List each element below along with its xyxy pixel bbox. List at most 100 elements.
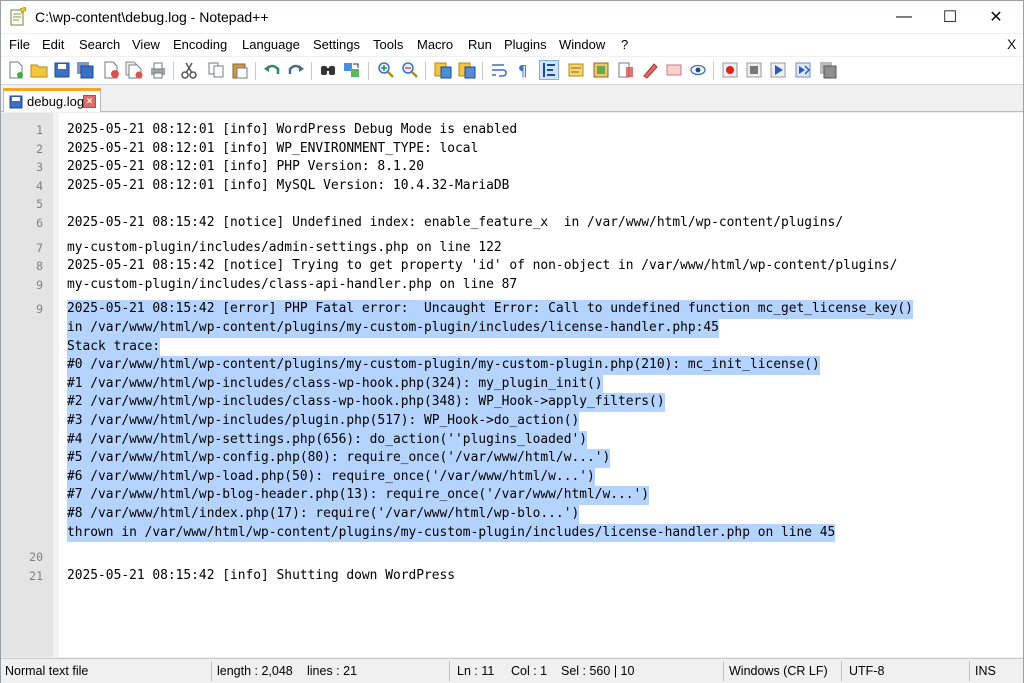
stop-record-icon[interactable] [745, 61, 763, 79]
selected-code-line[interactable]: in /var/www/html/wp-content/plugins/my-c… [67, 319, 719, 338]
selected-code-line[interactable]: #8 /var/www/html/index.php(17): require(… [67, 505, 580, 524]
selected-code-line[interactable]: #1 /var/www/html/wp-includes/class-wp-ho… [67, 374, 603, 394]
code-line[interactable]: my-custom-plugin/includes/admin-settings… [67, 239, 502, 258]
menu-edit[interactable]: Edit [42, 37, 64, 52]
menu-macro[interactable]: Macro [417, 37, 453, 52]
selected-code-line[interactable]: #5 /var/www/html/wp-config.php(80): requ… [67, 449, 611, 468]
save-icon[interactable] [53, 61, 71, 79]
status-separator [969, 661, 970, 681]
toolbar-separator [173, 62, 174, 80]
minimize-button[interactable]: — [881, 1, 927, 33]
status-insert-mode[interactable]: INS [975, 664, 996, 678]
selected-code-line[interactable]: #2 /var/www/html/wp-includes/class-wp-ho… [67, 393, 665, 412]
run-macro-multiple-icon[interactable] [794, 61, 812, 79]
selected-code-line[interactable]: #0 /var/www/html/wp-content/plugins/my-c… [67, 356, 820, 375]
save-all-icon[interactable] [76, 61, 94, 79]
menu-settings[interactable]: Settings [313, 37, 360, 52]
code-line[interactable]: 2025-05-21 08:12:01 [info] MySQL Version… [67, 177, 509, 196]
cut-icon[interactable] [180, 61, 198, 79]
zoom-in-icon[interactable] [377, 61, 395, 79]
line-number: 8 [36, 259, 43, 274]
status-encoding[interactable]: UTF-8 [849, 664, 884, 678]
line-number: 2 [36, 141, 43, 156]
menu-encoding[interactable]: Encoding [173, 37, 227, 52]
function-list-icon[interactable] [617, 61, 635, 79]
menu-run[interactable]: Run [468, 37, 492, 52]
line-number: 3 [36, 160, 43, 175]
selected-code-line[interactable]: #7 /var/www/html/wp-blog-header.php(13):… [67, 486, 650, 505]
copy-icon[interactable] [207, 61, 225, 79]
tab-debug-log[interactable]: debug.log × [3, 88, 101, 112]
code-line[interactable]: 2025-05-21 08:15:42 [notice] Trying to g… [67, 257, 897, 276]
selected-code-line[interactable]: #3 /var/www/html/wp-includes/plugin.php(… [67, 412, 580, 431]
notepadpp-window: C:\wp-content\debug.log - Notepad++ — ☐ … [0, 0, 1024, 683]
close-icon[interactable] [102, 61, 120, 79]
tab-label: debug.log [27, 94, 85, 109]
save-macro-icon[interactable] [819, 61, 837, 79]
editor[interactable]: 1 2025-05-21 08:12:01 [info] WordPress De… [1, 113, 1023, 657]
menu-search[interactable]: Search [79, 37, 120, 52]
line-number: 9 [36, 277, 43, 292]
line-number: 4 [36, 178, 43, 193]
toolbar-separator [425, 62, 426, 80]
toolbar-separator [482, 62, 483, 80]
status-eol[interactable]: Windows (CR LF) [729, 664, 828, 678]
folder-workspace-icon[interactable] [641, 61, 659, 79]
menu-file[interactable]: File [9, 37, 30, 52]
maximize-button[interactable]: ☐ [927, 1, 973, 33]
status-separator [723, 661, 724, 681]
selected-code-line[interactable]: #6 /var/www/html/wp-load.php(50): requir… [67, 467, 595, 487]
title-bar[interactable]: C:\wp-content\debug.log - Notepad++ — ☐ … [1, 1, 1023, 33]
udl-icon[interactable] [567, 61, 585, 79]
paste-icon[interactable] [231, 61, 249, 79]
code-line[interactable]: 2025-05-21 08:15:42 [notice] Undefined i… [67, 214, 843, 233]
menu-tools[interactable]: Tools [373, 37, 403, 52]
find-icon[interactable] [319, 61, 337, 79]
tab-close-icon[interactable]: × [83, 95, 96, 108]
close-document-button[interactable]: X [1007, 36, 1016, 52]
menu-bar: File Edit Search View Encoding Language … [1, 34, 1023, 56]
code-line[interactable]: 2025-05-21 08:12:01 [info] WordPress Deb… [67, 121, 517, 140]
code-line[interactable]: 2025-05-21 08:12:01 [info] WP_ENVIRONMEN… [67, 140, 478, 159]
open-file-icon[interactable] [30, 61, 48, 79]
status-ln: Ln : 11 [457, 664, 495, 678]
selected-code-line[interactable]: Stack trace: [67, 337, 161, 357]
new-file-icon[interactable] [7, 61, 25, 79]
selected-code-line[interactable]: thrown in /var/www/html/wp-content/plugi… [67, 523, 836, 543]
undo-icon[interactable] [263, 61, 281, 79]
selected-code-line[interactable]: 2025-05-21 08:15:42 [error] PHP Fatal er… [67, 300, 913, 319]
doc-map-icon[interactable] [592, 61, 610, 79]
line-number: 5 [36, 197, 43, 212]
file-saved-icon [9, 95, 23, 109]
print-icon[interactable] [149, 61, 167, 79]
menu-view[interactable]: View [132, 37, 160, 52]
word-wrap-icon[interactable] [490, 61, 508, 79]
close-all-icon[interactable] [125, 61, 143, 79]
code-line[interactable]: 2025-05-21 08:15:42 [info] Shutting down… [67, 567, 455, 586]
sync-horizontal-icon[interactable] [458, 61, 476, 79]
code-line[interactable]: 2025-05-21 08:12:01 [info] PHP Version: … [67, 158, 424, 177]
code-line[interactable]: my-custom-plugin/includes/class-api-hand… [67, 276, 517, 295]
status-lines: lines : 21 [307, 664, 358, 678]
status-bar: Normal text file length : 2,048 lines : … [1, 658, 1023, 683]
close-window-button[interactable]: ✕ [973, 1, 1019, 33]
show-all-chars-icon[interactable]: ¶ [514, 61, 532, 79]
menu-help[interactable]: ? [621, 37, 628, 52]
menu-plugins[interactable]: Plugins [504, 37, 547, 52]
menu-window[interactable]: Window [559, 37, 605, 52]
record-macro-icon[interactable] [721, 61, 739, 79]
zoom-out-icon[interactable] [401, 61, 419, 79]
replace-icon[interactable] [343, 61, 361, 79]
indent-guide-icon[interactable] [539, 60, 559, 80]
line-number: 1 [36, 123, 43, 137]
toolbar-separator [368, 62, 369, 80]
monitoring-icon[interactable] [665, 61, 683, 79]
play-macro-icon[interactable] [769, 61, 787, 79]
notepadpp-app-icon [10, 7, 27, 26]
eye-icon[interactable] [689, 61, 707, 79]
selected-code-line[interactable]: #4 /var/www/html/wp-settings.php(656): d… [67, 430, 587, 450]
sync-vertical-icon[interactable] [434, 61, 452, 79]
redo-icon[interactable] [287, 61, 305, 79]
toolbar-separator [311, 62, 312, 80]
menu-language[interactable]: Language [242, 37, 300, 52]
